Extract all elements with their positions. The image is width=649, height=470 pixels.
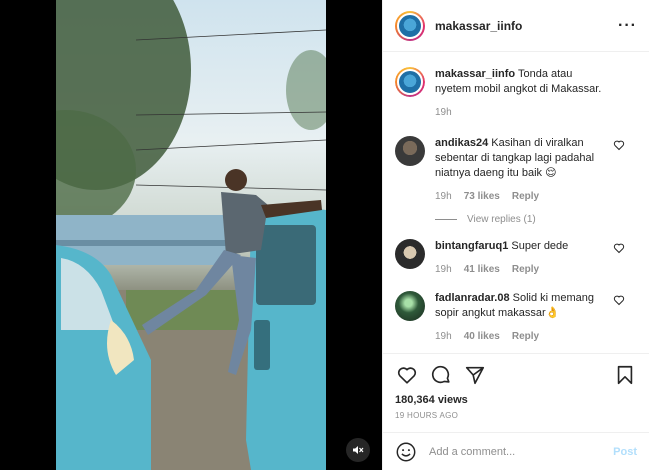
comment-meta: 19h 40 likes Reply bbox=[435, 329, 603, 344]
bookmark-icon bbox=[617, 365, 633, 385]
heart-icon bbox=[397, 367, 417, 384]
caption-meta: 19h bbox=[435, 105, 603, 120]
more-horizontal-icon[interactable]: ··· bbox=[618, 17, 637, 35]
comment-button[interactable] bbox=[429, 363, 453, 387]
comment-input[interactable] bbox=[429, 445, 614, 458]
view-replies-label: View replies (1) bbox=[467, 214, 536, 225]
comments-list[interactable]: makassar_iinfo Tonda atau nyetem mobil a… bbox=[383, 53, 649, 353]
comment-icon bbox=[431, 365, 450, 384]
profile-logo bbox=[397, 12, 423, 39]
video-frame[interactable] bbox=[56, 0, 326, 470]
comment-username[interactable]: andikas24 bbox=[435, 137, 488, 149]
comment-meta: 19h 41 likes Reply bbox=[435, 262, 603, 277]
post-actions: 180,364 views 19 HOURS AGO bbox=[383, 353, 649, 420]
caption: makassar_iinfo Tonda atau nyetem mobil a… bbox=[395, 67, 637, 120]
reply-button[interactable]: Reply bbox=[512, 189, 539, 204]
comment-likes[interactable]: 41 likes bbox=[464, 262, 500, 277]
post-button[interactable]: Post bbox=[613, 446, 637, 458]
mute-button[interactable] bbox=[346, 438, 370, 462]
add-comment-bar: Post bbox=[383, 432, 649, 470]
divider bbox=[435, 219, 457, 220]
volume-muted-icon bbox=[353, 446, 364, 454]
view-replies-button[interactable]: View replies (1) bbox=[435, 214, 637, 225]
list-item: andikas24 Kasihan di viralkan sebentar d… bbox=[395, 136, 637, 204]
action-icons bbox=[395, 362, 637, 388]
post-author-username[interactable]: makassar_iinfo bbox=[435, 19, 522, 33]
comment-time[interactable]: 19h bbox=[435, 329, 452, 344]
view-count[interactable]: 180,364 views bbox=[395, 394, 637, 406]
video-scene bbox=[56, 0, 326, 470]
send-icon bbox=[465, 366, 485, 385]
like-button[interactable] bbox=[395, 363, 419, 387]
comment-text: Super dede bbox=[511, 240, 569, 252]
comment-time[interactable]: 19h bbox=[435, 262, 452, 277]
avatar[interactable] bbox=[395, 136, 425, 166]
list-item: bintangfaruq1 Super dede 19h 41 likes Re… bbox=[395, 239, 637, 277]
save-button[interactable] bbox=[613, 363, 637, 387]
caption-time[interactable]: 19h bbox=[435, 105, 452, 120]
list-item: fadlanradar.08 Solid ki memang sopir ang… bbox=[395, 291, 637, 344]
heart-icon[interactable] bbox=[613, 242, 625, 254]
video-player[interactable] bbox=[0, 0, 382, 470]
avatar[interactable] bbox=[395, 10, 425, 41]
avatar[interactable] bbox=[395, 239, 425, 269]
caption-username[interactable]: makassar_iinfo bbox=[435, 68, 515, 80]
post-header: makassar_iinfo ··· bbox=[383, 0, 649, 52]
emoji-icon[interactable] bbox=[395, 441, 417, 463]
comment-likes[interactable]: 73 likes bbox=[464, 189, 500, 204]
comment-likes[interactable]: 40 likes bbox=[464, 329, 500, 344]
heart-icon[interactable] bbox=[613, 139, 625, 151]
post-sidebar: makassar_iinfo ··· makassar_iinfo Tonda … bbox=[382, 0, 649, 470]
post-timestamp[interactable]: 19 HOURS AGO bbox=[395, 411, 637, 420]
reply-button[interactable]: Reply bbox=[512, 262, 539, 277]
reply-button[interactable]: Reply bbox=[512, 329, 539, 344]
comment-username[interactable]: fadlanradar.08 bbox=[435, 292, 510, 304]
comment-meta: 19h 73 likes Reply bbox=[435, 189, 603, 204]
heart-icon[interactable] bbox=[613, 294, 625, 306]
avatar[interactable] bbox=[395, 67, 425, 97]
comment-time[interactable]: 19h bbox=[435, 189, 452, 204]
comment-username[interactable]: bintangfaruq1 bbox=[435, 240, 508, 252]
avatar[interactable] bbox=[395, 291, 425, 321]
share-button[interactable] bbox=[463, 363, 487, 387]
